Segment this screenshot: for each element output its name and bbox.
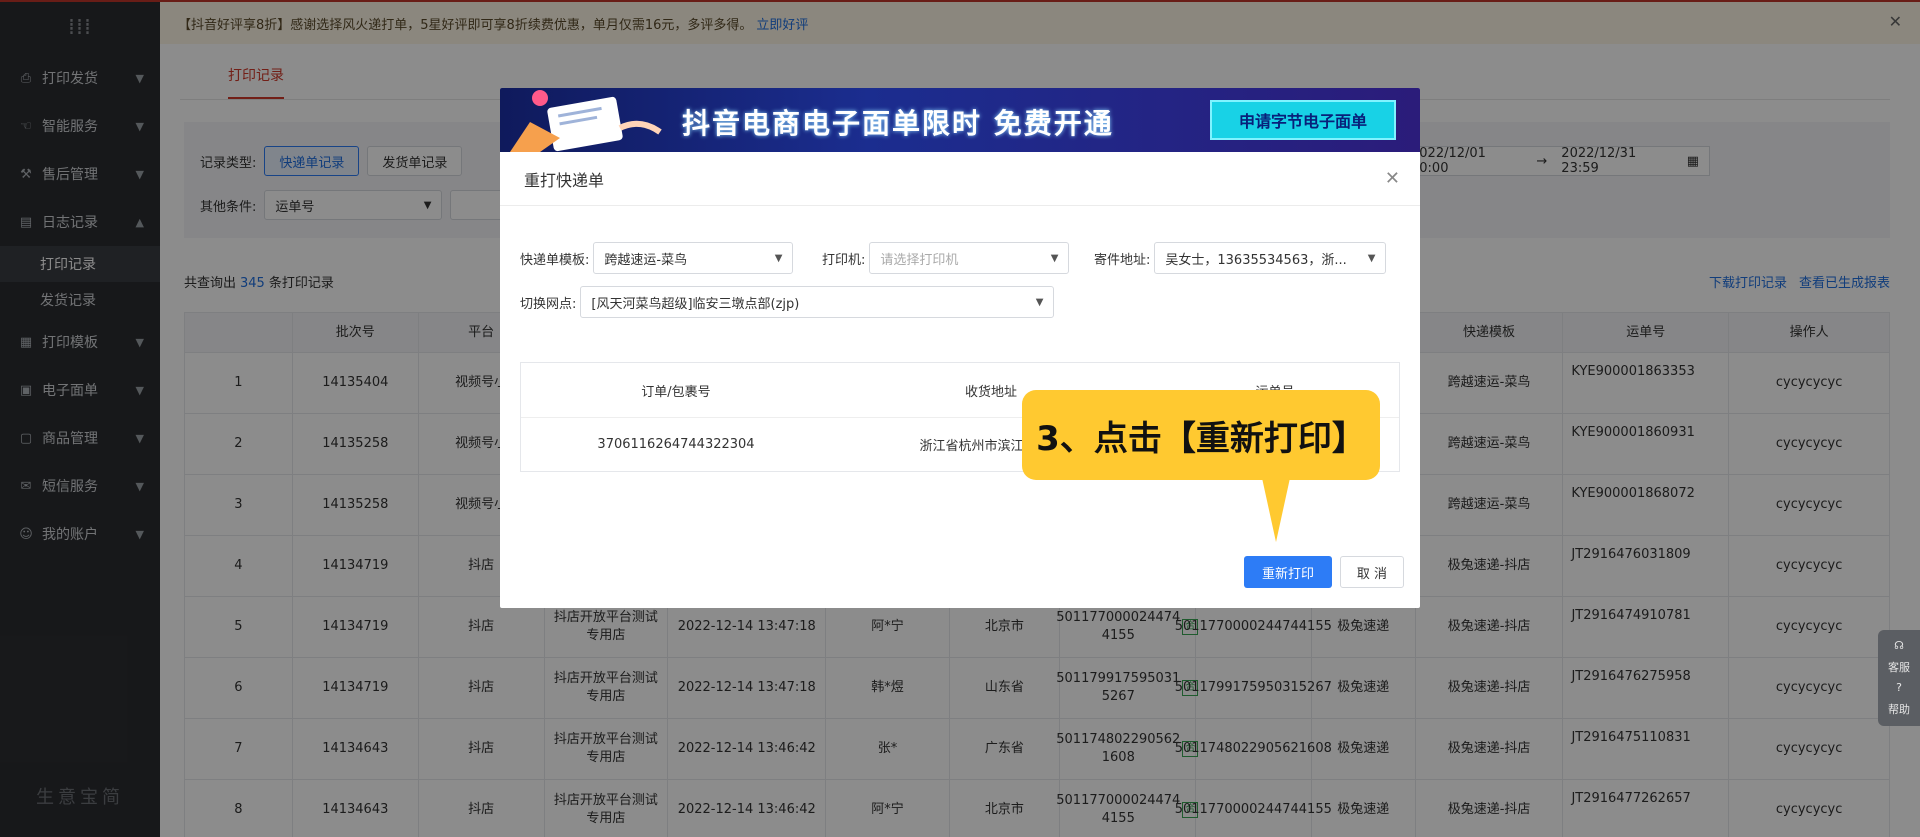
help-label: 帮助 <box>1888 702 1910 716</box>
sender-field: 寄件地址: 吴女士，13635534563，浙... ▼ <box>1094 242 1387 274</box>
dialog-header: 重打快递单 ✕ <box>500 152 1420 206</box>
chevron-down-icon: ▼ <box>1050 252 1059 264</box>
promo-banner[interactable]: 抖音电商电子面单限时 免费开通 申请字节电子面单 <box>500 88 1420 152</box>
branch-select[interactable]: [风天河菜鸟超级]临安三墩点部(zjp) ▼ <box>580 286 1055 318</box>
header-order-no: 订单/包裹号 <box>641 384 711 400</box>
sender-value: 吴女士，13635534563，浙... <box>1165 252 1347 268</box>
branch-field: 切换网点: [风天河菜鸟超级]临安三墩点部(zjp) ▼ <box>520 286 1055 318</box>
close-icon[interactable]: ✕ <box>1385 168 1400 189</box>
template-field: 快递单模板: 跨越速运-菜鸟 ▼ <box>520 242 794 274</box>
branch-label: 切换网点: <box>520 296 577 312</box>
headset-icon: ☊ <box>1894 639 1904 653</box>
template-value: 跨越速运-菜鸟 <box>604 252 688 268</box>
printer-label: 打印机: <box>822 252 866 268</box>
chevron-down-icon: ▼ <box>1367 252 1376 264</box>
printer-placeholder: 请选择打印机 <box>880 252 959 268</box>
tutorial-callout: 3、点击【重新打印】 <box>1022 390 1380 480</box>
banner-cta-button[interactable]: 申请字节电子面单 <box>1210 100 1396 140</box>
printer-field: 打印机: 请选择打印机 ▼ <box>822 242 1070 274</box>
dialog-title: 重打快递单 <box>524 170 605 190</box>
template-select[interactable]: 跨越速运-菜鸟 ▼ <box>593 242 794 274</box>
promo-illustration <box>510 90 662 152</box>
template-label: 快递单模板: <box>520 252 590 268</box>
service-label: 客服 <box>1888 660 1910 674</box>
reprint-button[interactable]: 重新打印 <box>1244 556 1332 588</box>
question-icon: ? <box>1896 681 1902 695</box>
help-widget[interactable]: ☊ 客服 ? 帮助 <box>1878 630 1920 726</box>
branch-value: [风天河菜鸟超级]临安三墩点部(zjp) <box>591 296 800 312</box>
cancel-button[interactable]: 取 消 <box>1340 556 1404 588</box>
banner-title: 抖音电商电子面单限时 免费开通 <box>682 107 1114 140</box>
chevron-down-icon: ▼ <box>1035 296 1044 308</box>
cell-order-no: 3706116264744322304 <box>597 437 755 452</box>
sender-label: 寄件地址: <box>1094 252 1151 268</box>
callout-pointer <box>1262 478 1290 542</box>
chevron-down-icon: ▼ <box>774 252 783 264</box>
sender-select[interactable]: 吴女士，13635534563，浙... ▼ <box>1154 242 1387 274</box>
printer-select[interactable]: 请选择打印机 ▼ <box>869 242 1070 274</box>
